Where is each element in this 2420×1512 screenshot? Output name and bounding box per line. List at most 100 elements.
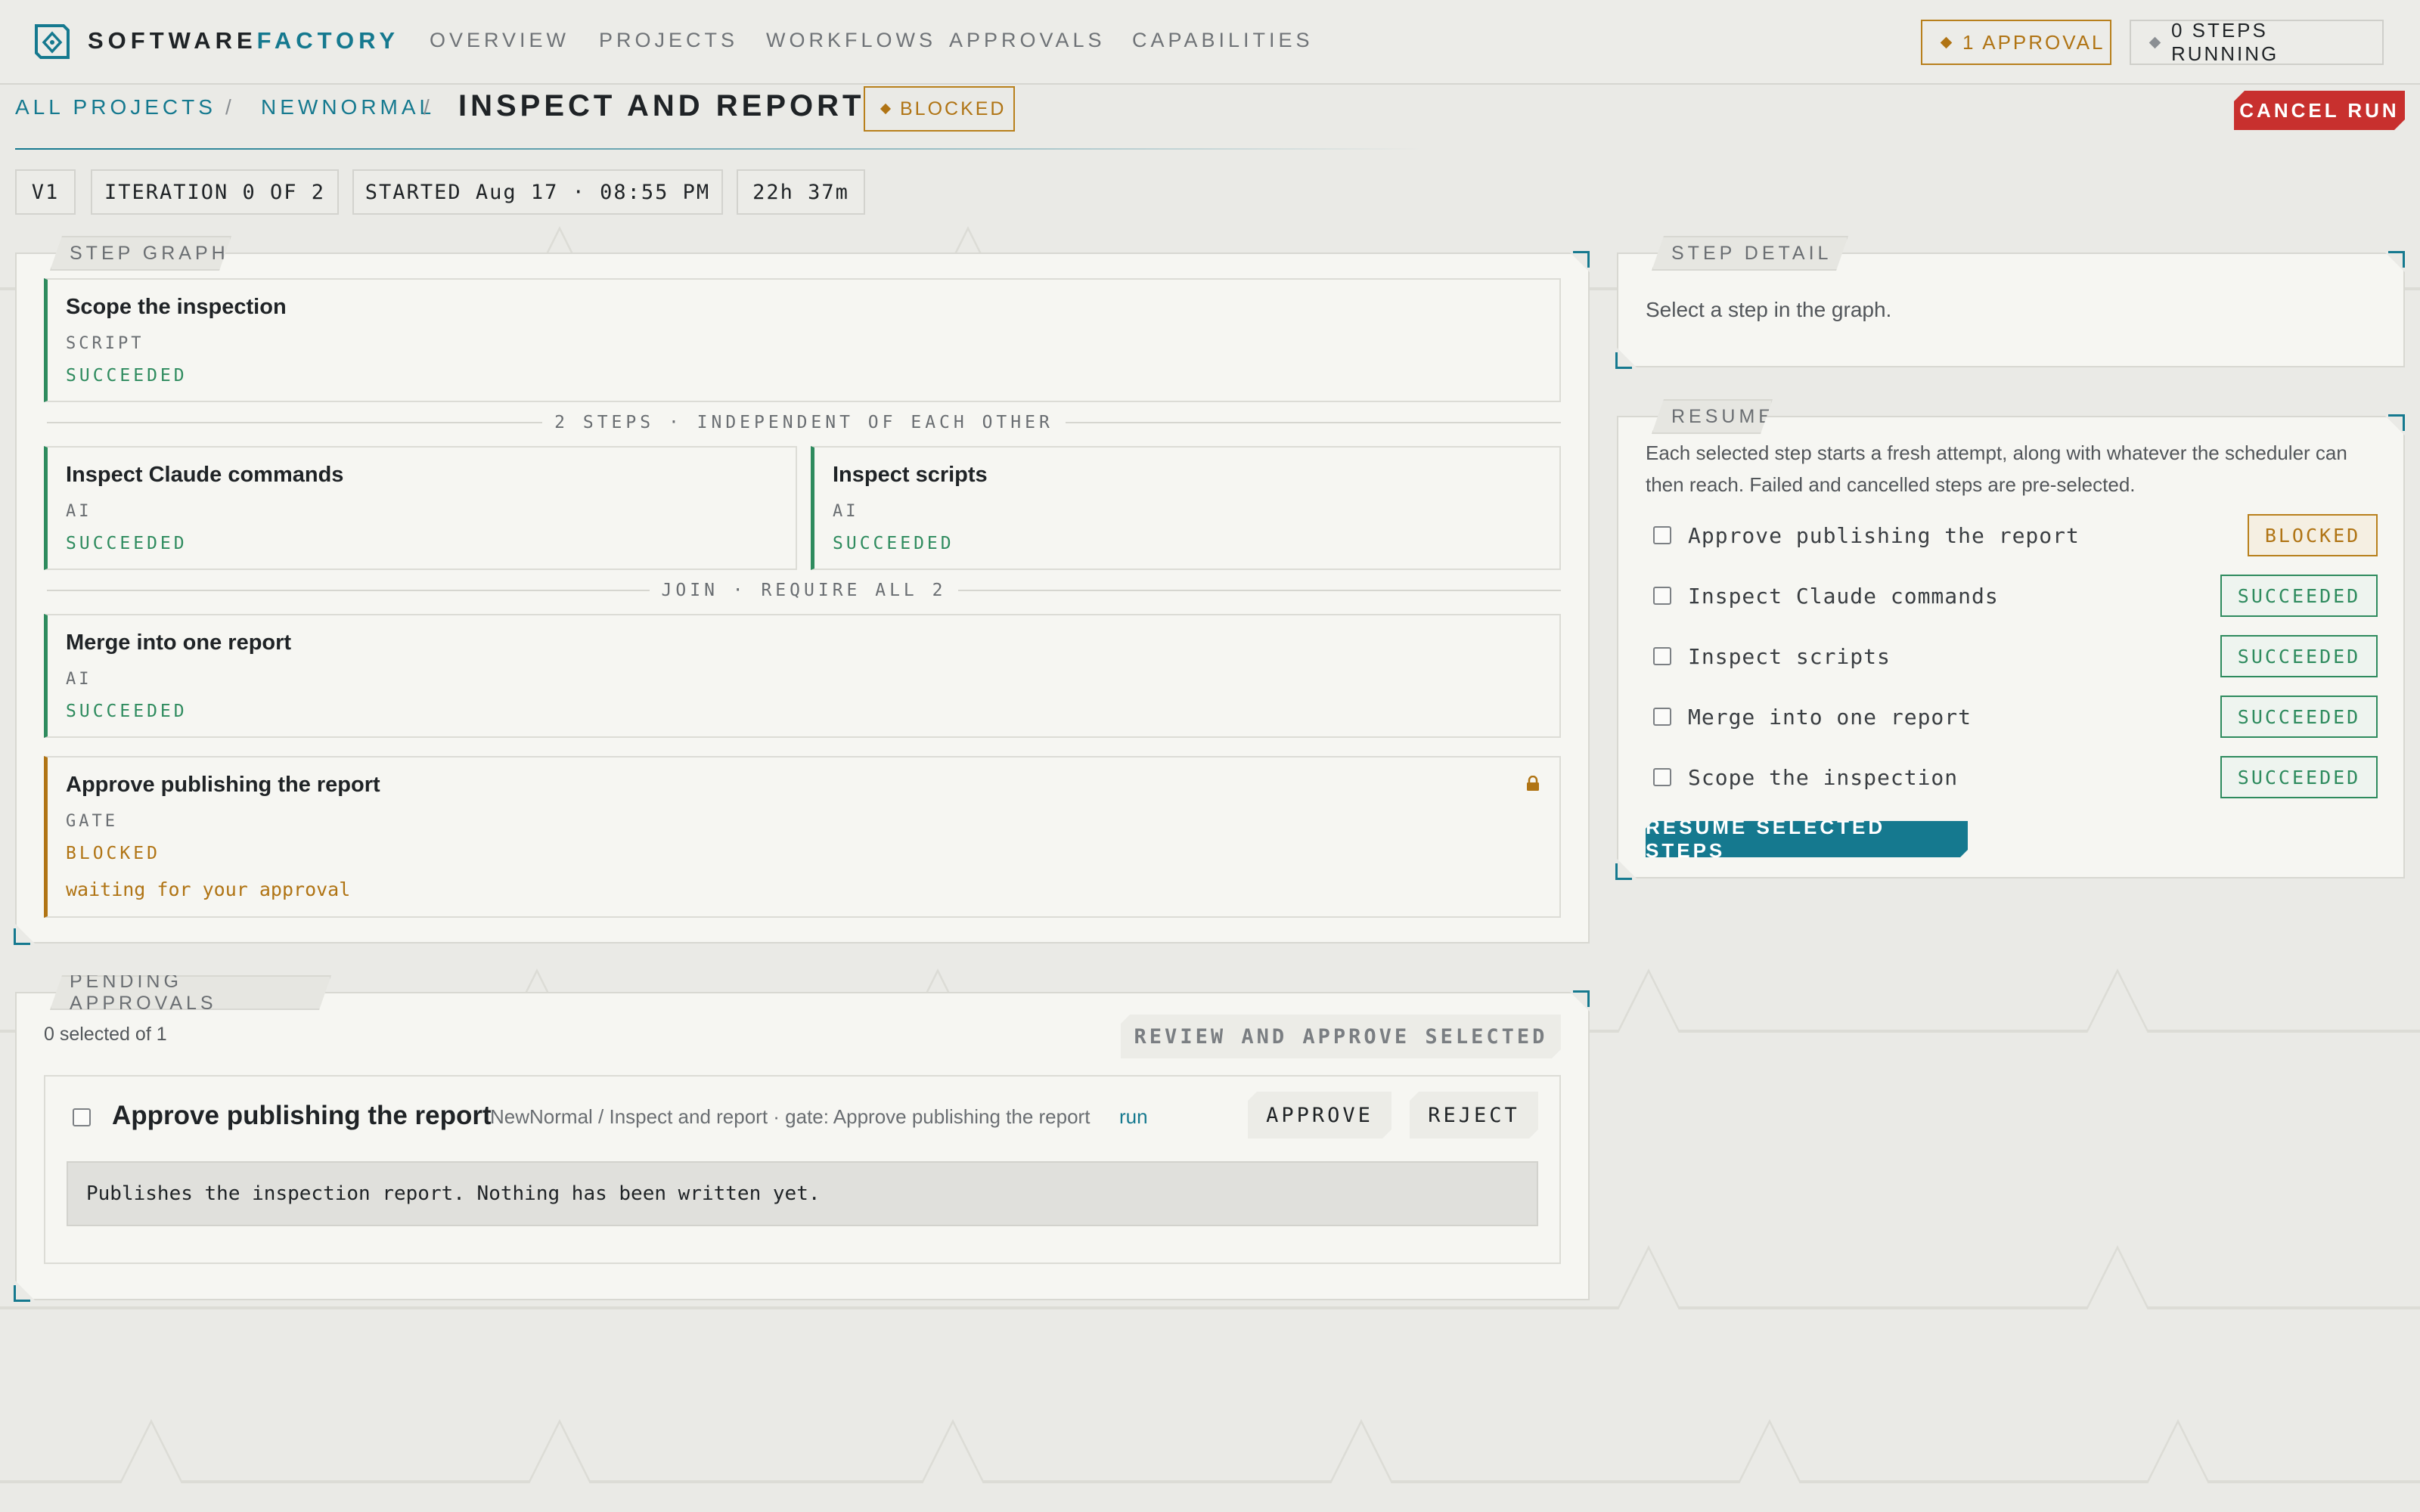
- step-status: SUCCEEDED: [833, 534, 954, 553]
- step-name: Approve publishing the report: [66, 773, 380, 797]
- nav-projects[interactable]: PROJECTS: [599, 29, 738, 52]
- step-card-merge[interactable]: Merge into one report AI SUCCEEDED: [44, 614, 1561, 738]
- tab-resume: RESUME: [1652, 399, 1773, 434]
- corner-bracket: [2388, 414, 2405, 431]
- step-card-approve-gate[interactable]: Approve publishing the report GATE BLOCK…: [44, 756, 1561, 918]
- step-name: Inspect Claude commands: [66, 463, 344, 487]
- checkbox-icon[interactable]: [1653, 526, 1671, 544]
- corner-bracket: [1573, 251, 1590, 268]
- step-note: waiting for your approval: [66, 878, 351, 900]
- step-card-scripts[interactable]: Inspect scripts AI SUCCEEDED: [811, 446, 1561, 570]
- resume-description: Each selected step starts a fresh attemp…: [1646, 437, 2394, 500]
- resume-item-label: Inspect scripts: [1688, 644, 1891, 669]
- version-chip: V1: [15, 169, 76, 215]
- iteration-chip: ITERATION 0 OF 2: [91, 169, 339, 215]
- breadcrumb-project[interactable]: NEWNORMAL: [261, 95, 435, 119]
- tab-step-graph: STEP GRAPH: [50, 236, 231, 271]
- resume-selected-button[interactable]: RESUME SELECTED STEPS: [1646, 821, 1968, 857]
- top-nav: SOFTWAREFACTORY OVERVIEW PROJECTS WORKFL…: [0, 0, 2420, 85]
- cancel-run-button[interactable]: CANCEL RUN: [2234, 91, 2405, 130]
- brand-name[interactable]: SOFTWAREFACTORY: [88, 27, 399, 54]
- nav-capabilities[interactable]: CAPABILITIES: [1132, 29, 1314, 52]
- step-type: AI: [66, 502, 92, 521]
- nav-workflows[interactable]: WORKFLOWS: [766, 29, 936, 52]
- approval-card: Approve publishing the report NewNormal …: [44, 1075, 1561, 1264]
- breadcrumb-separator: /: [424, 95, 430, 119]
- status-badge: SUCCEEDED: [2220, 575, 2378, 617]
- step-type: GATE: [66, 812, 118, 831]
- run-status-label: BLOCKED: [900, 98, 1007, 119]
- approval-count-label: 1 APPROVAL: [1962, 30, 2105, 54]
- step-name: Scope the inspection: [66, 295, 287, 319]
- corner-bracket: [14, 928, 30, 945]
- step-card-scope[interactable]: Scope the inspection SCRIPT SUCCEEDED: [44, 278, 1561, 402]
- step-name: Inspect scripts: [833, 463, 988, 487]
- status-badge: BLOCKED: [2248, 514, 2378, 556]
- step-status: SUCCEEDED: [66, 534, 188, 553]
- logo-icon[interactable]: [33, 23, 71, 62]
- run-status-badge: BLOCKED: [864, 86, 1015, 132]
- approval-title: Approve publishing the report: [112, 1101, 492, 1130]
- reject-button[interactable]: REJECT: [1410, 1092, 1538, 1139]
- step-graph-panel: Scope the inspection SCRIPT SUCCEEDED 2 …: [15, 253, 1590, 943]
- lock-icon: [1526, 776, 1540, 791]
- nav-overview[interactable]: OVERVIEW: [430, 29, 569, 52]
- status-badge: SUCCEEDED: [2220, 756, 2378, 798]
- resume-item-label: Inspect Claude commands: [1688, 584, 1999, 609]
- tab-step-detail: STEP DETAIL: [1652, 236, 1848, 271]
- approve-button[interactable]: APPROVE: [1248, 1092, 1392, 1139]
- resume-description-line: Each selected step starts a fresh attemp…: [1646, 442, 2347, 464]
- step-type: AI: [833, 502, 859, 521]
- corner-bracket: [1573, 990, 1590, 1007]
- join-label: JOIN · REQUIRE ALL 2: [661, 581, 947, 600]
- corner-bracket: [1615, 352, 1632, 369]
- title-divider: [15, 148, 1422, 150]
- background-pattern: [0, 1419, 2420, 1483]
- corner-bracket: [1615, 863, 1632, 880]
- nav-approvals[interactable]: APPROVALS: [949, 29, 1106, 52]
- diamond-icon: [1940, 36, 1953, 48]
- step-card-claude-commands[interactable]: Inspect Claude commands AI SUCCEEDED: [44, 446, 797, 570]
- approval-count-pill[interactable]: 1 APPROVAL: [1921, 20, 2111, 65]
- corner-bracket: [14, 1285, 30, 1302]
- resume-item-label: Scope the inspection: [1688, 765, 1959, 790]
- diamond-icon: [2149, 36, 2161, 48]
- checkbox-icon[interactable]: [1653, 768, 1671, 786]
- diamond-icon: [880, 103, 892, 115]
- pending-approvals-panel: 0 selected of 1 REVIEW AND APPROVE SELEC…: [15, 992, 1590, 1300]
- corner-bracket: [2388, 251, 2405, 268]
- brand-accent: FACTORY: [256, 27, 400, 54]
- page-title: INSPECT AND REPORT: [458, 89, 865, 122]
- steps-running-label: 0 STEPS RUNNING: [2170, 19, 2279, 65]
- join-divider: JOIN · REQUIRE ALL 2: [47, 579, 1561, 602]
- parallel-divider: 2 STEPS · INDEPENDENT OF EACH OTHER: [47, 411, 1561, 434]
- status-badge: SUCCEEDED: [2220, 696, 2378, 738]
- step-status: SUCCEEDED: [66, 702, 188, 721]
- step-type: SCRIPT: [66, 334, 144, 353]
- step-status: SUCCEEDED: [66, 366, 188, 386]
- checkbox-icon[interactable]: [1653, 647, 1671, 665]
- checkbox-icon[interactable]: [1653, 708, 1671, 726]
- step-status: BLOCKED: [66, 844, 160, 863]
- step-name: Merge into one report: [66, 631, 292, 655]
- tab-pending-approvals: PENDING APPROVALS: [50, 975, 331, 1010]
- resume-panel: Each selected step starts a fresh attemp…: [1617, 416, 2405, 878]
- duration-chip: 22h 37m: [737, 169, 865, 215]
- review-approve-selected-button[interactable]: REVIEW AND APPROVE SELECTED: [1121, 1015, 1561, 1058]
- selected-count: 0 selected of 1: [44, 1024, 167, 1045]
- brand-primary: SOFTWARE: [88, 27, 257, 54]
- approval-body: Publishes the inspection report. Nothing…: [67, 1161, 1538, 1226]
- breadcrumb-separator: /: [225, 95, 231, 119]
- approval-context: NewNormal / Inspect and report · gate: A…: [490, 1105, 1091, 1128]
- status-badge: SUCCEEDED: [2220, 635, 2378, 677]
- parallel-label: 2 STEPS · INDEPENDENT OF EACH OTHER: [554, 413, 1053, 432]
- checkbox-icon[interactable]: [1653, 587, 1671, 605]
- started-chip: STARTED Aug 17 · 08:55 PM: [352, 169, 723, 215]
- breadcrumb-all-projects[interactable]: ALL PROJECTS: [15, 95, 216, 119]
- step-type: AI: [66, 670, 92, 689]
- resume-item-label: Merge into one report: [1688, 705, 1972, 730]
- resume-item-label: Approve publishing the report: [1688, 523, 2080, 548]
- run-link[interactable]: run: [1119, 1105, 1148, 1129]
- steps-running-pill[interactable]: 0 STEPS RUNNING: [2130, 19, 2384, 65]
- checkbox-icon[interactable]: [73, 1108, 91, 1126]
